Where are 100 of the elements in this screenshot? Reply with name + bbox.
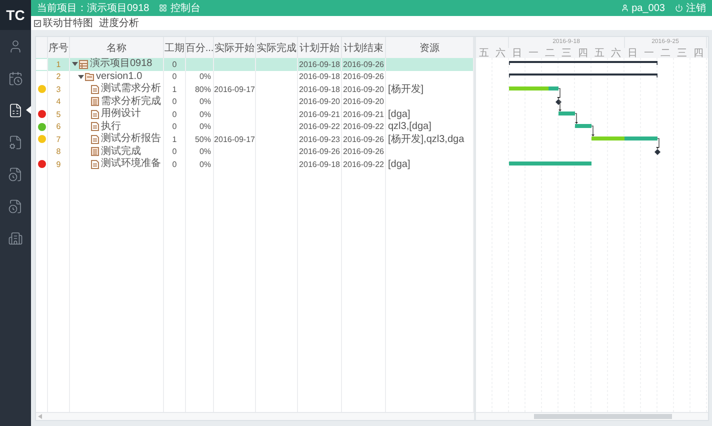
table-cell: 2016-09-20: [343, 84, 384, 94]
table-cell: 2016-09-20: [343, 97, 384, 106]
document-icon: [91, 134, 99, 144]
table-cell: 0%: [199, 160, 211, 169]
day-label: 一: [642, 48, 655, 58]
horizontal-scrollbar[interactable]: [36, 412, 474, 420]
table-cell: 2016-09-26: [343, 147, 384, 156]
table-cell: 2016-09-18: [299, 60, 340, 69]
table-cell: qzl3,[dga]: [388, 121, 432, 132]
table-cell: 0%: [199, 147, 211, 156]
horizontal-scrollbar[interactable]: [476, 412, 708, 420]
table-cell: 4: [48, 96, 70, 108]
table-cell: 2016-09-22: [299, 122, 340, 132]
milestone-diamond[interactable]: [654, 149, 660, 155]
table-cell: 0: [172, 147, 177, 156]
table-cell: 2016-09-17: [214, 134, 255, 144]
file-clock-icon: [8, 166, 23, 182]
summary-bar[interactable]: [509, 74, 658, 78]
table-cell: 2016-09-21: [343, 110, 384, 119]
day-label: 一: [527, 48, 540, 58]
current-project: 当前项目：演示项目0918: [37, 2, 150, 15]
task-name: 测试需求分析: [101, 83, 161, 96]
table-cell: 2016-09-22: [343, 160, 384, 169]
milestone-diamond[interactable]: [556, 99, 562, 105]
table-cell: 0: [172, 110, 177, 119]
table-row[interactable]: 4 需求分析完成 0 0% 2016-09-20 2016-09-20: [36, 96, 474, 108]
table-cell: 3: [48, 83, 70, 96]
caret-down-icon[interactable]: [78, 74, 84, 80]
day-label: 五: [478, 48, 490, 58]
person-icon: [8, 38, 23, 54]
building-icon: [8, 230, 23, 246]
scrollbar-thumb[interactable]: [534, 414, 672, 419]
day-label: 三: [676, 48, 688, 58]
document-icon: [91, 122, 99, 132]
table-cell: 2016-09-23: [299, 134, 340, 144]
table-cell: 2016-09-26: [343, 60, 384, 69]
table-row[interactable]: 9 测试环境准备 0 0% 2016-09-18 2016-09-22 [dga]: [36, 158, 474, 170]
table-cell: [dga]: [388, 108, 410, 120]
table-cell: 0: [172, 160, 177, 169]
table-cell-text: [杨开发]: [388, 82, 424, 96]
grid-icon: [159, 4, 168, 12]
table-cell: 2: [48, 70, 70, 83]
table-cell: 9: [48, 158, 70, 170]
task-name: 测试分析报告: [101, 133, 161, 146]
table-cell: 2016-09-18: [299, 84, 340, 94]
table-cell: 0%: [199, 122, 211, 132]
scroll-left-icon: [38, 414, 42, 419]
table-cell: 2016-09-17: [214, 84, 255, 94]
table-cell: 0%: [199, 72, 211, 82]
day-label: 日: [510, 48, 523, 58]
day-label: 四: [576, 48, 589, 58]
document-icon: [91, 147, 99, 156]
task-name: 测试环境准备: [101, 158, 161, 170]
power-icon: [675, 4, 683, 12]
task-name: version1.0: [96, 70, 142, 82]
table-cell: 0: [172, 72, 177, 82]
file-gear-icon: [8, 134, 23, 150]
table-row[interactable]: 1 演示项目0918 0 2016-09-18 2016-09-26: [36, 58, 474, 70]
table-cell: 2016-09-18: [299, 160, 340, 169]
table-cell: 1: [48, 58, 70, 70]
table-cell: 50%: [194, 134, 211, 144]
table-cell: 0: [172, 97, 177, 106]
table-cell: 7: [48, 133, 70, 146]
table-cell: 2016-09-26: [299, 147, 340, 156]
table-cell: 0: [172, 122, 177, 132]
calendar-clock-icon: [8, 70, 23, 86]
task-name: 演示项目0918: [90, 58, 152, 70]
table-row[interactable]: 6 执行 0 0% 2016-09-22 2016-09-22 qzl3,[dga]: [36, 120, 474, 133]
table-row[interactable]: 5 用例设计 0 0% 2016-09-21 2016-09-21 [dga]: [36, 108, 474, 120]
table-cell: 2016-09-26: [343, 134, 384, 144]
link-gantt-checkbox[interactable]: 联动甘特图: [34, 16, 93, 30]
progress-analysis-link[interactable]: 进度分析: [99, 16, 139, 30]
table-cell: 2016-09-26: [343, 72, 384, 82]
table-cell: 1: [172, 134, 177, 144]
table-cell: [dga]: [388, 158, 410, 170]
task-name: 测试完成: [101, 146, 141, 158]
document-icon: [91, 110, 99, 119]
table-row[interactable]: 8 测试完成 0 0% 2016-09-26 2016-09-26: [36, 146, 474, 158]
day-label: 二: [544, 48, 556, 58]
table-cell: 0: [172, 60, 177, 69]
task-name: 执行: [101, 120, 121, 132]
day-label: 五: [593, 48, 606, 58]
day-label: 四: [692, 48, 704, 58]
table-cell-text: [杨开发],qzl3,dga: [388, 132, 464, 146]
table-cell: 2016-09-21: [299, 110, 340, 119]
pointer-icon: [26, 106, 31, 114]
day-label: 六: [494, 48, 506, 58]
table-cell: 8: [48, 146, 70, 158]
summary-bar[interactable]: [509, 61, 658, 65]
table-row[interactable]: 3 测试需求分析 1 80% 2016-09-17 2016-09-18 2016-09-20 [杨开发]: [36, 83, 474, 96]
project-icon: [79, 60, 88, 69]
table-cell: 1: [172, 84, 177, 94]
table-cell: 2016-09-22: [343, 122, 384, 132]
table-cell: 0%: [199, 110, 211, 119]
table-cell: 0%: [199, 97, 211, 106]
check-icon: [35, 20, 40, 26]
table-cell: 5: [48, 108, 70, 120]
table-row[interactable]: 7 测试分析报告 1 50% 2016-09-17 2016-09-23 2016-09-26 [杨开发],qzl3,dga: [36, 133, 474, 146]
table-row[interactable]: 2 version1.0 0 0% 2016-09-18 2016-09-26: [36, 70, 474, 83]
spreadsheet-icon: [8, 102, 23, 118]
